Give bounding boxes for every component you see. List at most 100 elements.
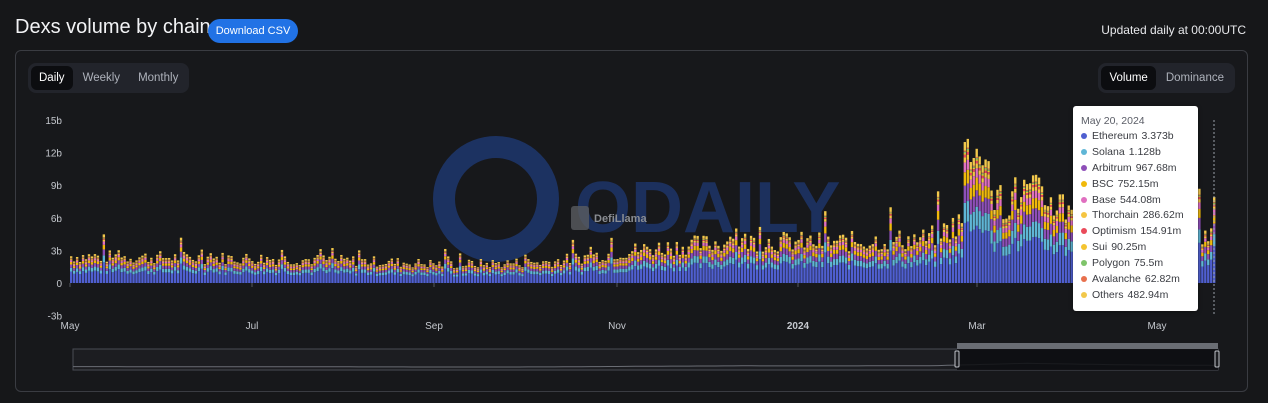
bar[interactable] [289, 264, 293, 283]
bar[interactable] [500, 267, 503, 283]
bar[interactable] [827, 236, 830, 283]
bar[interactable] [402, 262, 405, 283]
bar[interactable] [545, 261, 548, 283]
bar[interactable] [426, 267, 429, 283]
bar[interactable] [1011, 191, 1014, 283]
bar[interactable] [672, 255, 676, 283]
bar[interactable] [156, 254, 159, 283]
bar[interactable] [450, 261, 453, 283]
bar[interactable] [254, 263, 257, 283]
bar[interactable] [634, 243, 637, 283]
bar[interactable] [224, 264, 227, 283]
bar[interactable] [812, 244, 815, 283]
bar[interactable] [331, 248, 334, 283]
bar[interactable] [93, 254, 97, 283]
bar[interactable] [865, 248, 869, 283]
bar[interactable] [969, 162, 972, 283]
bar[interactable] [105, 261, 108, 283]
bar[interactable] [1207, 241, 1210, 283]
bar[interactable] [770, 246, 774, 283]
bar[interactable] [821, 245, 824, 283]
bar[interactable] [1198, 188, 1201, 283]
bar[interactable] [84, 259, 88, 283]
bar[interactable] [536, 262, 539, 283]
bar[interactable] [568, 263, 572, 283]
bar[interactable] [1052, 215, 1056, 283]
bar[interactable] [78, 262, 82, 283]
bar[interactable] [515, 258, 518, 283]
bar[interactable] [577, 256, 581, 283]
bar[interactable] [806, 238, 809, 283]
bar[interactable] [862, 246, 866, 283]
bar[interactable] [895, 236, 898, 283]
bar[interactable] [476, 267, 480, 283]
bar[interactable] [352, 256, 355, 283]
bar[interactable] [1017, 208, 1020, 283]
bar[interactable] [236, 262, 239, 283]
bar[interactable] [1043, 205, 1047, 283]
bar[interactable] [999, 185, 1002, 283]
bar[interactable] [815, 245, 818, 283]
bar[interactable] [625, 257, 628, 283]
bar[interactable] [194, 261, 198, 283]
bar[interactable] [120, 257, 123, 283]
bar[interactable] [304, 259, 307, 283]
bar[interactable] [494, 262, 497, 283]
bar[interactable] [803, 247, 806, 283]
bar[interactable] [628, 254, 631, 283]
bar[interactable] [838, 235, 842, 283]
bar[interactable] [144, 253, 147, 283]
bar[interactable] [197, 255, 201, 283]
bar[interactable] [616, 259, 619, 283]
bar[interactable] [889, 207, 892, 283]
bar[interactable] [942, 223, 946, 283]
bar[interactable] [262, 262, 266, 283]
bar[interactable] [841, 234, 845, 283]
bar[interactable] [221, 252, 224, 283]
bar[interactable] [957, 214, 961, 283]
bar[interactable] [251, 261, 254, 283]
bar[interactable] [355, 265, 358, 283]
bar[interactable] [138, 257, 141, 283]
bar[interactable] [922, 229, 925, 283]
bar[interactable] [699, 248, 702, 283]
bar[interactable] [939, 238, 943, 283]
bar[interactable] [723, 244, 726, 283]
bar[interactable] [539, 264, 542, 283]
bar[interactable] [714, 241, 717, 283]
bar[interactable] [1049, 197, 1053, 283]
bar[interactable] [1061, 194, 1064, 283]
bar[interactable] [933, 245, 937, 283]
bar[interactable] [708, 245, 711, 283]
bar[interactable] [337, 261, 340, 283]
bar[interactable] [114, 254, 117, 283]
brush-selection[interactable] [957, 349, 1218, 370]
bar[interactable] [147, 261, 150, 283]
bar[interactable] [565, 253, 569, 283]
bar[interactable] [1014, 177, 1017, 283]
bar[interactable] [1210, 228, 1213, 283]
bar[interactable] [316, 255, 319, 283]
bar[interactable] [907, 236, 910, 283]
bar[interactable] [746, 248, 750, 283]
bar[interactable] [378, 265, 382, 283]
bar[interactable] [738, 246, 741, 283]
bar[interactable] [307, 259, 310, 283]
bar[interactable] [886, 249, 889, 283]
bar[interactable] [381, 264, 385, 283]
bar[interactable] [153, 263, 156, 283]
bar[interactable] [230, 256, 233, 283]
bar[interactable] [271, 259, 275, 283]
bar[interactable] [571, 239, 575, 283]
bar[interactable] [1037, 177, 1041, 283]
bar[interactable] [693, 235, 696, 283]
bar[interactable] [1046, 206, 1050, 283]
bar[interactable] [550, 266, 554, 283]
bar[interactable] [948, 239, 952, 283]
bar[interactable] [613, 259, 616, 283]
bar[interactable] [165, 258, 168, 283]
bar[interactable] [470, 260, 474, 283]
bar[interactable] [357, 250, 361, 283]
bar[interactable] [1058, 194, 1062, 283]
bar[interactable] [610, 237, 613, 283]
